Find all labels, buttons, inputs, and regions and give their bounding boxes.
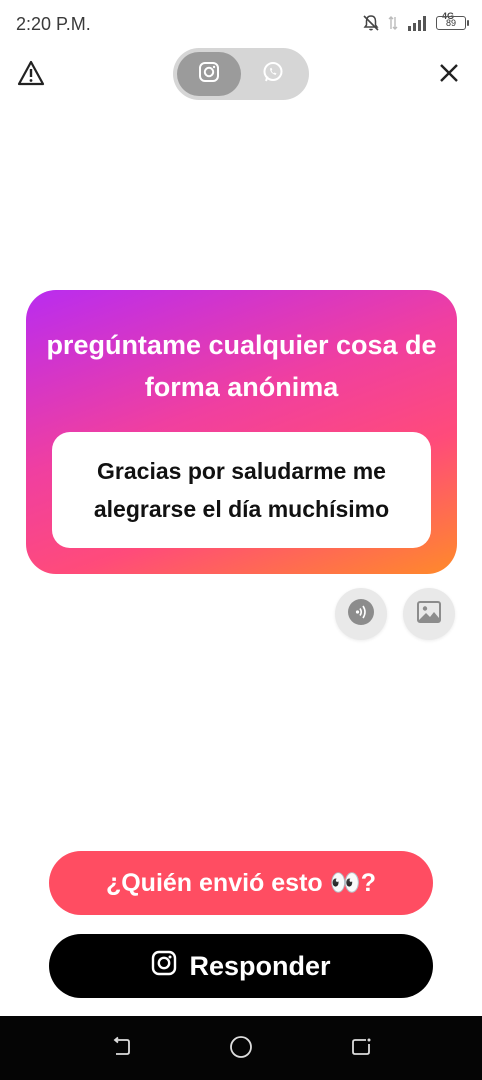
audio-icon (347, 598, 375, 631)
question-card: pregúntame cualquier cosa de forma anóni… (26, 290, 457, 574)
back-icon (110, 1036, 132, 1063)
instagram-icon (198, 61, 220, 88)
reply-label: Responder (189, 950, 331, 981)
message-box: Gracias por saludarme me alegrarse el dí… (52, 432, 431, 548)
platform-toggle[interactable] (173, 48, 309, 100)
image-icon (416, 600, 442, 629)
back-button[interactable] (106, 1034, 136, 1064)
home-button[interactable] (226, 1034, 256, 1064)
status-icons: 4G 89 (362, 11, 469, 32)
battery-icon: 89 (436, 16, 469, 30)
bell-off-icon (362, 14, 380, 32)
data-arrows-icon (388, 15, 398, 31)
status-bar: 2:20 P.M. 4G 89 (0, 0, 482, 48)
audio-button[interactable] (335, 588, 387, 640)
recents-button[interactable] (346, 1034, 376, 1064)
instagram-icon (151, 950, 177, 983)
instagram-option[interactable] (177, 52, 241, 96)
who-sent-button[interactable]: ¿Quién envió esto 👀? (49, 851, 433, 915)
card-title: pregúntame cualquier cosa de forma anóni… (46, 330, 437, 402)
signal-icon: 4G (406, 11, 454, 31)
report-button[interactable] (14, 58, 48, 92)
whatsapp-icon (262, 61, 284, 88)
recents-icon (350, 1036, 372, 1063)
status-time: 2:20 P.M. (16, 14, 91, 34)
reply-button[interactable]: Responder (49, 934, 433, 998)
message-text: Gracias por saludarme me alegrarse el dí… (93, 458, 390, 522)
navigation-bar (0, 1016, 482, 1080)
warning-icon (17, 60, 45, 91)
battery-level: 89 (445, 18, 456, 28)
image-button[interactable] (403, 588, 455, 640)
close-button[interactable] (432, 58, 466, 92)
who-sent-label: ¿Quién envió esto 👀? (105, 868, 377, 897)
close-icon (439, 63, 459, 88)
whatsapp-option[interactable] (241, 52, 305, 96)
home-icon (229, 1035, 253, 1064)
